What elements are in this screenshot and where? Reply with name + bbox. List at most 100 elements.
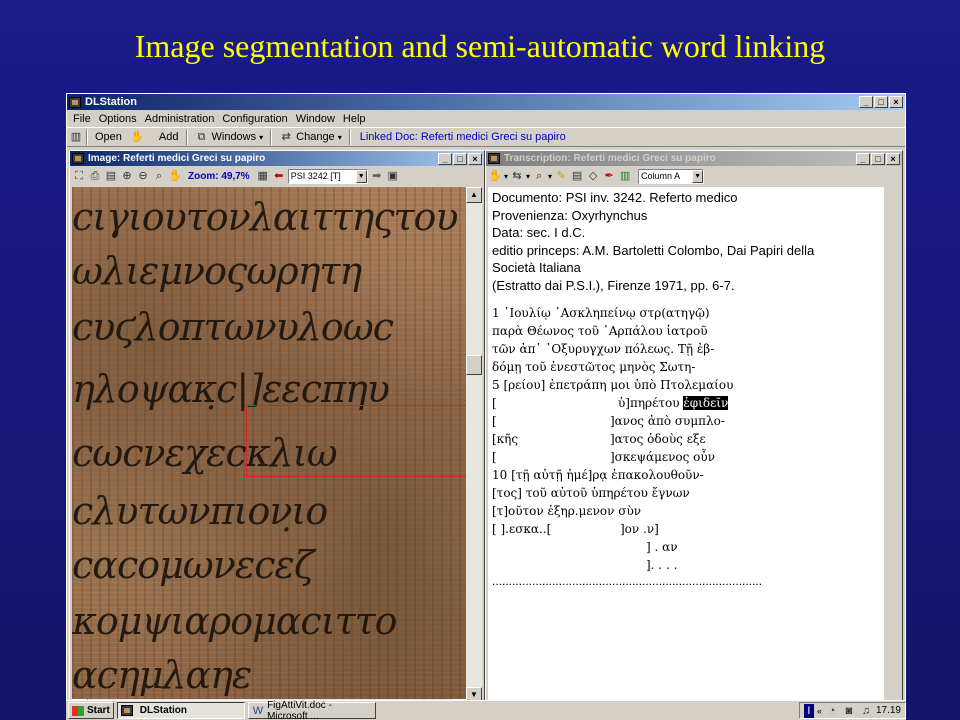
transcription-window-titlebar[interactable]: Transcription: Referti medici Greci su p…	[486, 151, 902, 166]
back-arrow-icon[interactable]: ⬅	[272, 169, 286, 183]
linked-doc-label: Linked Doc: Referti medici Greci su papi…	[359, 131, 566, 143]
divider-dots: ........................................…	[492, 574, 763, 588]
speaker-icon[interactable]: ♫	[859, 704, 873, 718]
papyrus-line: ϲλυτωνπιον̣ιο	[72, 489, 328, 533]
doc-header-line: editio princeps: A.M. Bartoletti Colombo…	[492, 242, 815, 258]
print-icon[interactable]: ⎙	[88, 169, 102, 183]
task-dlstation[interactable]: DLStation	[116, 702, 245, 719]
document-select[interactable]: PSI 3242 [T] ▼	[287, 168, 368, 184]
navigate-icon[interactable]: ⇆	[510, 169, 524, 183]
diamond-icon[interactable]: ◇	[586, 169, 600, 183]
chart-icon[interactable]: ▥	[618, 169, 632, 183]
tray-icon[interactable]: ◔	[825, 704, 839, 718]
change-icon: ⇄	[281, 131, 291, 143]
camera-icon[interactable]: ▣	[386, 169, 400, 183]
greek-line: τῶν ἀπ᾽ ᾽Οξυρυγχων πόλεως. Τῇ ἐβ-	[492, 342, 715, 356]
greek-line: δόμῃ τοῦ ἐνεστῶτος μηνὸς Σωτη-	[492, 360, 696, 374]
app-icon	[69, 96, 81, 108]
grid-icon[interactable]: ▦	[256, 169, 270, 183]
greek-line: ]. . . .	[646, 558, 678, 572]
transcription-close-button[interactable]: ×	[886, 152, 900, 165]
menu-administration[interactable]: Administration	[141, 113, 219, 125]
task-word-document[interactable]: W FigAttiVit.doc - Microsoft ...	[247, 700, 376, 720]
image-vertical-scrollbar[interactable]: ▲ ▼	[466, 187, 482, 703]
linked-word-highlight[interactable]: ἐφιδεῖν	[683, 396, 729, 410]
book-icon[interactable]: ▤	[570, 169, 584, 183]
add-button[interactable]: ✋ Add	[126, 128, 183, 146]
word-icon: W	[252, 704, 264, 717]
windows-button[interactable]: ⧉ Windows ▾	[191, 128, 268, 146]
greek-line: [τος] τοῦ αὐτοῦ ὑπηρέτου ἔγνων	[492, 486, 690, 500]
dlstation-window: DLStation _ □ × File Options Administrat…	[66, 93, 906, 720]
papyrus-line: ϲυϛλοπτωνυλοωϲ	[72, 305, 394, 349]
dlstation-task-icon	[120, 705, 133, 716]
menu-options[interactable]: Options	[95, 113, 141, 125]
greek-line: [ ]σκεψάμενος οὖν	[492, 450, 715, 464]
app-titlebar[interactable]: DLStation _ □ ×	[67, 94, 905, 110]
word-selection-box[interactable]	[246, 405, 468, 477]
menu-configuration[interactable]: Configuration	[218, 113, 291, 125]
image-maximize-button[interactable]: □	[453, 152, 467, 165]
greek-line: ] . αν	[646, 540, 678, 554]
greek-line: [κῆς ]ατος ὁδοὺς εξε	[492, 432, 706, 446]
page-icon[interactable]: ▤	[104, 169, 118, 183]
greek-line: παρὰ Θέωνος τοῦ ῾Αρπάλου ἰατροῦ	[492, 324, 708, 338]
greek-line: 5 [ρείου] ἐπετράπη μοι ὑπὸ Πτολεμαίου	[492, 378, 734, 392]
slide-title: Image segmentation and semi-automatic wo…	[134, 28, 826, 64]
pan-icon[interactable]: ✋	[168, 169, 182, 183]
language-icon[interactable]: I	[803, 703, 814, 718]
highlight-icon[interactable]: ✎	[554, 169, 568, 183]
change-button[interactable]: ⇄ Change ▾	[275, 128, 346, 146]
hand-icon: ✋	[130, 131, 144, 143]
greek-line: 1 ᾽Ιουλίῳ ᾽Ασκληπείνῳ στρ(ατηγῷ)	[492, 306, 710, 320]
greek-line: [ ]ανος ἀπὸ συμπλο-	[492, 414, 725, 428]
image-close-button[interactable]: ×	[468, 152, 482, 165]
hand-icon[interactable]: ✋	[488, 169, 502, 183]
papyrus-line: ϲαϲομωνεϲεζ	[72, 543, 315, 587]
fit-icon[interactable]: ⛶	[72, 169, 86, 183]
transcription-window-icon	[488, 153, 500, 164]
image-scroll-thumb[interactable]	[466, 355, 482, 375]
zoom-tool-icon[interactable]: ⌕	[152, 169, 166, 183]
transcription-maximize-button[interactable]: □	[871, 152, 885, 165]
doc-header-line: Data: sec. I d.C.	[492, 225, 586, 240]
minimize-button[interactable]: _	[859, 96, 873, 108]
windows-icon: ⧉	[197, 131, 206, 143]
clock: 17.19	[875, 705, 901, 716]
zoom-in-icon[interactable]: ⊕	[120, 169, 134, 183]
pen-icon[interactable]: ✒	[602, 169, 616, 183]
papyrus-line: αϲημλαηε	[72, 653, 252, 697]
search-icon[interactable]: ⌕	[532, 169, 546, 183]
column-select[interactable]: Column A ▼	[638, 168, 705, 184]
zoom-out-icon[interactable]: ⊖	[136, 169, 150, 183]
greek-line: [τ]οῦτον ἐξηρ.μενον σὺν	[492, 504, 642, 518]
greek-line: 10 [τῇ αὐτῇ ἡμέ]ρᾳ ἐπακολουθοῦν-	[492, 468, 704, 482]
image-toolbar: ⛶ ⎙ ▤ ⊕ ⊖ ⌕ ✋ Zoom: 49,7% ▦ ⬅ PSI 3242 […	[70, 166, 484, 186]
close-button[interactable]: ×	[889, 96, 903, 108]
maximize-button[interactable]: □	[874, 96, 888, 108]
forward-arrow-icon[interactable]: ➡	[370, 169, 384, 183]
windows-logo-icon	[72, 705, 84, 716]
papyrus-image[interactable]: ϲιγιουτονλαιττηςτου ωλιεμνοςωρητη ϲυϛλοπ…	[72, 187, 468, 703]
menu-file[interactable]: File	[69, 113, 95, 125]
library-icon[interactable]: ▥	[69, 130, 83, 144]
doc-header-line: Documento: PSI inv. 3242. Referto medico	[492, 190, 738, 205]
open-button[interactable]: Open	[91, 128, 126, 146]
transcription-minimize-button[interactable]: _	[856, 152, 870, 165]
start-button[interactable]: Start	[68, 702, 114, 719]
image-window: Image: Referti medici Greci su papiro _ …	[69, 150, 485, 718]
transcription-toolbar: ✋ ▾ ⇆ ▾ ⌕ ▾ ✎ ▤ ◇ ✒ ▥ Column A ▼	[486, 166, 902, 186]
image-minimize-button[interactable]: _	[438, 152, 452, 165]
papyrus-line: ωλιεμνοςωρητη	[72, 249, 362, 293]
transcription-text[interactable]: Documento: PSI inv. 3242. Referto medico…	[488, 187, 884, 715]
doc-header-line: Società Italiana	[492, 260, 581, 275]
doc-header-line: (Estratto dai P.S.I.), Firenze 1971, pp.…	[492, 277, 735, 293]
menu-help[interactable]: Help	[339, 113, 370, 125]
menu-window[interactable]: Window	[292, 113, 339, 125]
transcription-window: Transcription: Referti medici Greci su p…	[485, 150, 903, 718]
system-tray: I « ◔ ◙ ♫ 17.19	[798, 702, 906, 719]
image-window-titlebar[interactable]: Image: Referti medici Greci su papiro _ …	[70, 151, 484, 166]
greek-line: [ ὑ]πηρέτου ἐφιδεῖν	[492, 396, 729, 410]
main-toolbar: ▥ Open ✋ Add ⧉ Windows ▾ ⇄ Change ▾ Link…	[67, 127, 905, 147]
tray-icon[interactable]: ◙	[842, 704, 856, 718]
